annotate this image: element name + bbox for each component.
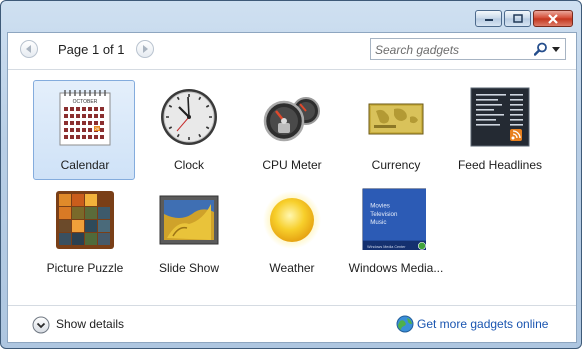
gadget-tile-cpu-meter[interactable]: CPU Meter: [240, 80, 342, 180]
previous-page-button[interactable]: [20, 40, 38, 58]
picture-puzzle-icon: [56, 191, 114, 249]
gadget-gallery-window: Page 1 of 1 Search gadgets OCTOBER 26 Ca…: [0, 0, 582, 349]
gadget-label: Picture Puzzle: [46, 261, 124, 275]
search-icon[interactable]: [534, 42, 548, 56]
get-more-gadgets-online-link[interactable]: Get more gadgets online: [417, 317, 548, 331]
expand-circle-icon[interactable]: [32, 316, 50, 334]
gadget-label: Calendar: [60, 158, 110, 172]
calendar-icon: OCTOBER 26: [59, 90, 111, 146]
cpu-meter-icon: [263, 97, 320, 142]
next-page-button[interactable]: [136, 40, 154, 58]
gadget-tile-clock[interactable]: Clock: [137, 80, 239, 180]
media-menu-television: Television: [370, 211, 398, 218]
gadget-grid: OCTOBER 26 Calendar Clock CPU Meter Curr…: [8, 70, 576, 298]
calendar-month: OCTOBER: [73, 99, 98, 105]
gadget-label: Windows Media...: [348, 261, 444, 275]
show-details-button[interactable]: Show details: [56, 317, 124, 331]
search-input[interactable]: [373, 40, 527, 60]
feed-headlines-icon: [470, 87, 530, 147]
gadget-label: Weather: [269, 261, 315, 275]
globe-icon: [396, 315, 414, 333]
currency-icon: [368, 103, 424, 135]
windows-media-center-icon: Movies Television Music Windows Media Ce…: [362, 188, 426, 250]
calendar-highlight-day: 26: [95, 126, 100, 131]
minimize-button[interactable]: [475, 10, 502, 27]
media-menu-music: Music: [370, 219, 386, 226]
gallery-panel: Page 1 of 1 Search gadgets OCTOBER 26 Ca…: [7, 32, 577, 343]
gadget-tile-feed-headlines[interactable]: Feed Headlines: [448, 80, 550, 180]
maximize-button[interactable]: [504, 10, 531, 27]
gadget-tile-slide-show[interactable]: Slide Show: [137, 183, 239, 283]
gallery-toolbar: Page 1 of 1: [8, 33, 576, 70]
maximize-icon: [512, 14, 523, 23]
media-menu-movies: Movies: [370, 203, 390, 210]
gadget-tile-currency[interactable]: Currency: [344, 80, 446, 180]
chevron-down-icon[interactable]: [551, 42, 561, 56]
gadget-label: Clock: [173, 158, 204, 172]
close-button[interactable]: [533, 10, 573, 27]
weather-icon: [263, 191, 321, 249]
chevron-right-icon: [143, 45, 148, 53]
search-box: [370, 38, 566, 60]
gadget-label: Currency: [371, 158, 421, 172]
gadget-tile-windows-media-center[interactable]: Movies Television Music Windows Media Ce…: [344, 183, 446, 283]
slide-show-icon: [159, 195, 219, 245]
gadget-label: Slide Show: [158, 261, 220, 275]
caption-buttons: [475, 10, 573, 27]
clock-icon: [161, 89, 217, 145]
gadget-tile-picture-puzzle[interactable]: Picture Puzzle: [33, 183, 135, 283]
gallery-footer: Show details Get more gadgets online: [8, 305, 576, 343]
page-indicator: Page 1 of 1: [58, 42, 125, 57]
chevron-left-icon: [26, 45, 31, 53]
gadget-tile-weather[interactable]: Weather: [240, 183, 342, 283]
media-center-brand: Windows Media Center: [367, 245, 406, 249]
minimize-icon: [484, 18, 493, 21]
gadget-label: Feed Headlines: [457, 158, 543, 172]
close-icon: [548, 13, 558, 24]
gadget-label: CPU Meter: [262, 158, 322, 172]
gadget-tile-calendar[interactable]: OCTOBER 26 Calendar: [33, 80, 135, 180]
